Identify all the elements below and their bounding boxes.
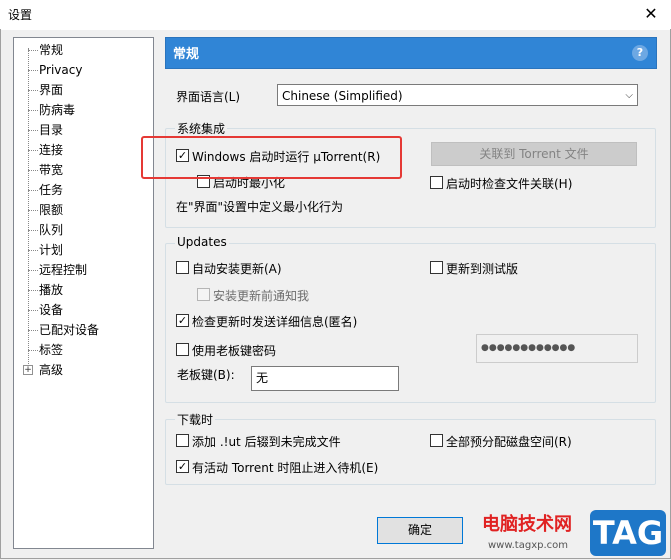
tree-connector — [28, 330, 38, 331]
language-value: Chinese (Simplified) — [282, 89, 403, 103]
settings-tree[interactable]: 常规 Privacy 界面防病毒目录连接带宽任务限额队列计划远程控制播放设备已配对设… — [13, 37, 154, 549]
prevent-standby-checkbox[interactable]: ✓ — [176, 460, 189, 473]
auto-install-checkbox[interactable] — [176, 261, 189, 274]
tree-connector — [28, 250, 38, 251]
sidebar-item-label: 界面 — [39, 83, 64, 97]
notify-before-checkbox[interactable] — [197, 288, 210, 301]
sidebar-item-label: 队列 — [39, 223, 64, 237]
sidebar-item-label: 防病毒 — [39, 103, 76, 117]
notify-before-label: 安装更新前通知我 — [213, 289, 310, 303]
chevron-down-icon: ⌵ — [625, 90, 633, 101]
sidebar-item[interactable]: 设备 — [14, 300, 153, 320]
preallocate-checkbox[interactable] — [430, 434, 443, 447]
title-bar: 设置 ✕ — [0, 0, 671, 30]
sidebar-item-label: 任务 — [39, 183, 64, 197]
sidebar-item[interactable]: 目录 — [14, 120, 153, 140]
tree-connector — [28, 290, 38, 291]
tree-connector — [28, 190, 38, 191]
sidebar-item-label: 连接 — [39, 143, 64, 157]
tree-connector — [28, 350, 38, 351]
append-ut-checkbox[interactable] — [176, 434, 189, 447]
tree-connector — [28, 110, 38, 111]
help-icon[interactable]: ? — [632, 45, 648, 61]
window-title: 设置 — [8, 8, 33, 22]
append-ut-label: 添加 .!ut 后辍到未完成文件 — [192, 435, 341, 449]
boss-key-field[interactable]: 无 — [251, 366, 399, 391]
associate-torrent-button[interactable]: 关联到 Torrent 文件 — [431, 142, 637, 166]
sidebar-item-label: 限额 — [39, 203, 64, 217]
sidebar-item[interactable]: 带宽 — [14, 160, 153, 180]
sidebar-item[interactable]: 计划 — [14, 240, 153, 260]
updates-title: Updates — [175, 235, 229, 249]
sidebar-item-label: 播放 — [39, 283, 64, 297]
tree-connector — [28, 310, 38, 311]
watermark-url: www.tagxp.com — [488, 540, 568, 551]
downloads-title: 下载时 — [175, 411, 216, 428]
tree-connector — [28, 230, 38, 231]
beta-updates-checkbox[interactable] — [430, 261, 443, 274]
tree-connector — [28, 50, 38, 51]
boss-key-label: 老板键(B): — [177, 368, 235, 382]
anonymous-info-label: 检查更新时发送详细信息(匿名) — [192, 315, 358, 329]
sidebar-item[interactable]: 常规 — [14, 40, 153, 60]
prevent-standby-label: 有活动 Torrent 时阻止进入待机(E) — [192, 461, 379, 475]
sidebar-item-label: 已配对设备 — [39, 323, 100, 337]
tree-connector — [28, 150, 38, 151]
check-association-checkbox[interactable] — [430, 176, 443, 189]
anonymous-info-checkbox[interactable]: ✓ — [176, 314, 189, 327]
sidebar-item[interactable]: 限额 — [14, 200, 153, 220]
sidebar-item[interactable]: 远程控制 — [14, 260, 153, 280]
close-icon[interactable]: ✕ — [636, 2, 666, 26]
expand-icon[interactable]: + — [23, 365, 33, 375]
sidebar-item-label: 标签 — [39, 343, 64, 357]
watermark: 电脑技术网 www.tagxp.com TAG — [478, 510, 669, 558]
sidebar-item[interactable]: 播放 — [14, 280, 153, 300]
sidebar-item[interactable]: 队列 — [14, 220, 153, 240]
language-select[interactable]: Chinese (Simplified) ⌵ — [277, 84, 638, 106]
boss-key-password-label: 使用老板键密码 — [192, 344, 277, 358]
sidebar-item[interactable]: 标签 — [14, 340, 153, 360]
watermark-site-name: 电脑技术网 — [482, 514, 572, 535]
sidebar-item-label: 高级 — [39, 363, 64, 377]
sidebar-item[interactable]: 已配对设备 — [14, 320, 153, 340]
tree-connector — [28, 210, 38, 211]
sidebar-item[interactable]: 界面 — [14, 80, 153, 100]
tree-connector — [28, 130, 38, 131]
sidebar-item-label: 目录 — [39, 123, 64, 137]
sidebar-item-label: 设备 — [39, 303, 64, 317]
check-association-label: 启动时检查文件关联(H) — [446, 177, 573, 191]
sidebar-item[interactable]: + 高级 — [14, 360, 153, 380]
sidebar-item[interactable]: 防病毒 — [14, 100, 153, 120]
language-label: 界面语言(L) — [176, 90, 241, 104]
tree-connector — [28, 70, 38, 71]
tree-connector — [28, 270, 38, 271]
tree-connector — [28, 170, 38, 171]
beta-updates-label: 更新到测试版 — [446, 262, 519, 276]
auto-install-label: 自动安装更新(A) — [192, 262, 282, 276]
sidebar-item-label: Privacy — [39, 63, 83, 77]
boss-key-password-field[interactable]: ●●●●●●●●●●●● — [476, 334, 638, 363]
section-title: 常规 — [173, 47, 200, 62]
minimize-behavior-note: 在"界面"设置中定义最小化行为 — [176, 200, 344, 214]
sidebar-item[interactable]: 任务 — [14, 180, 153, 200]
preallocate-label: 全部预分配磁盘空间(R) — [446, 435, 572, 449]
sidebar-item-label: 远程控制 — [39, 263, 88, 277]
watermark-tag-logo: TAG — [590, 510, 666, 556]
tree-connector — [28, 90, 38, 91]
sidebar-item-label: 计划 — [39, 243, 64, 257]
sidebar-item[interactable]: Privacy — [14, 60, 153, 80]
system-integration-title: 系统集成 — [175, 120, 228, 137]
ok-button[interactable]: 确定 — [377, 517, 463, 544]
sidebar-item-label: 带宽 — [39, 163, 64, 177]
sidebar-item[interactable]: 连接 — [14, 140, 153, 160]
section-header: 常规 ? — [165, 37, 657, 69]
boss-key-password-checkbox[interactable] — [176, 343, 189, 356]
highlight-box — [141, 136, 402, 179]
sidebar-item-label: 常规 — [39, 43, 64, 57]
